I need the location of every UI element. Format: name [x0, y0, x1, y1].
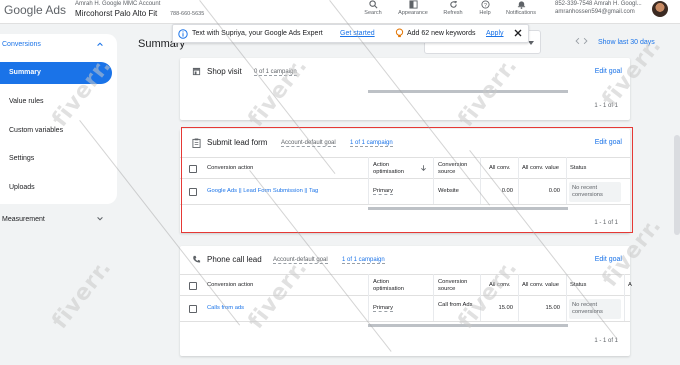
google-ads-conversions-page: Google Ads Amrah H. Google MMC Account M…	[0, 0, 680, 365]
page-scrollbar[interactable]	[674, 135, 680, 235]
info-icon	[178, 29, 188, 39]
svg-text:?: ?	[484, 3, 487, 9]
sidebar-item-settings[interactable]: Settings	[0, 148, 112, 170]
account-name[interactable]: Mircohorst Palo Alto Fit	[75, 9, 157, 18]
sidebar-group-measurement[interactable]: Measurement	[0, 213, 117, 229]
close-icon[interactable]	[513, 28, 523, 38]
notification-text: Text with Supriya, your Google Ads Exper…	[192, 30, 323, 37]
card-title: Phone call lead	[207, 255, 262, 264]
source-value: Call from Ads	[438, 302, 473, 308]
card-header: Phone call lead Account-default goal 1 o…	[180, 246, 630, 274]
optimisation-value[interactable]: Primary	[373, 296, 393, 312]
all-conv-value: 15.00	[498, 305, 513, 311]
all-conv-value-amount: 15.00	[545, 305, 560, 311]
pagination-info: 1 - 1 of 1	[594, 338, 618, 344]
measurement-label: Measurement	[2, 216, 45, 223]
sidebar-item-summary[interactable]: Summary	[0, 62, 112, 84]
help-button[interactable]: ? Help	[465, 0, 505, 16]
card-title: Shop visit	[207, 67, 242, 76]
edit-goal-link[interactable]: Edit goal	[595, 256, 622, 263]
help-label: Help	[479, 10, 491, 16]
refresh-icon	[449, 0, 457, 8]
notifications-button[interactable]: Notifications	[501, 0, 541, 16]
table-scrollbar[interactable]	[368, 90, 568, 93]
search-button[interactable]: Search	[353, 0, 393, 16]
notifications-label: Notifications	[506, 10, 536, 16]
card-header: Shop visit 0 of 1 campaign Edit goal	[180, 58, 630, 86]
pagination-info: 1 - 1 of 1	[594, 103, 618, 109]
google-ads-logo[interactable]: Google Ads	[4, 3, 66, 17]
appearance-label: Appearance	[398, 10, 428, 16]
user-email: amranhossen594@gmail.com	[555, 9, 635, 15]
row-checkbox[interactable]	[189, 305, 197, 313]
appearance-icon	[408, 0, 418, 9]
column-header-source[interactable]: Conversion source	[438, 275, 476, 293]
sidebar-item-uploads[interactable]: Uploads	[0, 177, 112, 199]
chevron-left-icon[interactable]	[574, 37, 581, 45]
sidebar-group-conversions[interactable]: Conversions	[0, 34, 117, 56]
top-bar: Google Ads Amrah H. Google MMC Account M…	[0, 0, 680, 24]
column-header-action[interactable]: Conversion action	[207, 275, 253, 289]
appearance-button[interactable]: Appearance	[393, 0, 433, 16]
bell-icon	[517, 1, 525, 9]
get-started-link[interactable]: Get started	[340, 30, 375, 37]
table-row[interactable]: Calls from ads Primary Call from Ads 15.…	[180, 296, 630, 322]
search-icon	[368, 0, 377, 9]
optimisation-text: Primary	[373, 305, 393, 312]
sidebar-group-label: Conversions	[2, 41, 41, 48]
table-scrollbar[interactable]	[368, 324, 568, 327]
goal-card-phone-call-lead: Phone call lead Account-default goal 1 o…	[180, 246, 632, 356]
help-icon: ?	[480, 0, 490, 9]
phone-icon	[193, 255, 201, 263]
notification-bar: Text with Supriya, your Google Ads Exper…	[172, 24, 529, 43]
date-period-link[interactable]: Show last 30 days	[598, 39, 655, 46]
chevron-up-icon	[97, 42, 103, 46]
avatar[interactable]	[652, 1, 668, 17]
chevron-right-icon[interactable]	[582, 37, 589, 45]
sidebar-item-custom-variables[interactable]: Custom variables	[0, 120, 112, 142]
column-header-truncated[interactable]: A	[628, 275, 632, 289]
apply-link[interactable]: Apply	[486, 30, 504, 37]
account-id: 788-660-5635	[170, 11, 205, 17]
chevron-down-icon	[97, 217, 103, 221]
select-all-checkbox[interactable]	[189, 282, 197, 290]
column-header-status[interactable]: Status	[570, 275, 586, 289]
fiverr-watermark: fiverr.	[47, 255, 117, 334]
conversion-action-link[interactable]: Calls from ads	[207, 296, 244, 312]
search-label: Search	[364, 10, 382, 16]
user-account-line: 852-339-7548 Amrah H. Googl...	[555, 1, 642, 7]
highlight-box	[181, 127, 633, 233]
lightbulb-icon	[395, 28, 404, 38]
recommendation-text: Add 62 new keywords	[407, 30, 476, 37]
column-header-all-conv-value[interactable]: All conv. value	[522, 275, 559, 289]
sidebar: Conversions Summary Value rules Custom v…	[0, 34, 117, 204]
campaign-count[interactable]: 1 of 1 campaign	[342, 257, 385, 264]
sidebar-item-value-rules[interactable]: Value rules	[0, 91, 112, 113]
goal-type-label[interactable]: Account-default goal	[273, 257, 328, 264]
status-badge: No recent conversions	[569, 299, 621, 319]
manager-account-label: Amrah H. Google MMC Account	[75, 1, 161, 7]
edit-goal-link[interactable]: Edit goal	[595, 68, 622, 75]
column-header-optimisation[interactable]: Action optimisation	[373, 275, 415, 293]
column-header-all-conv[interactable]: All conv.	[489, 275, 510, 289]
store-icon	[192, 67, 201, 76]
table-header: Conversion action Action optimisation Co…	[180, 274, 632, 296]
goal-card-shop-visit: Shop visit 0 of 1 campaign Edit goal 1 -…	[180, 58, 630, 120]
campaign-count[interactable]: 0 of 1 campaign	[254, 69, 297, 76]
